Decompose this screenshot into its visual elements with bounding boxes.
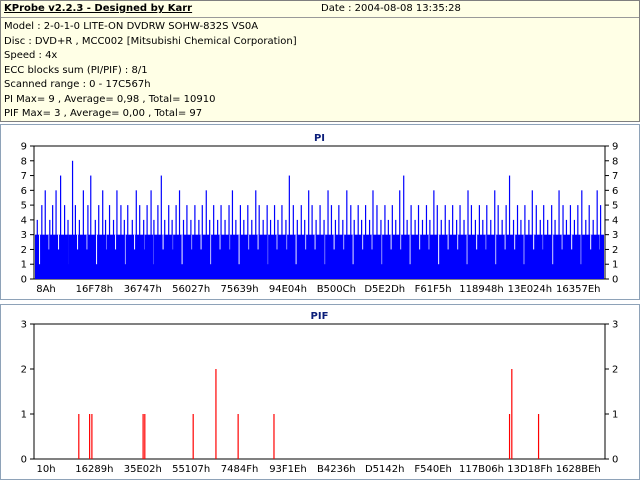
y-tick-label: 4 <box>21 215 27 226</box>
x-tick-label: 7484Fh <box>221 464 259 475</box>
x-tick-label: 55107h <box>172 464 210 475</box>
info-pi-stats: PI Max= 9 , Average= 0,98 , Total= 10910 <box>4 93 216 105</box>
y-tick-label: 3 <box>21 230 27 241</box>
x-tick-label: F61F5h <box>415 284 452 295</box>
y-tick-label-right: 7 <box>612 171 618 182</box>
info-lines: Model : 2-0-1-0 LITE-ON DVDRW SOHW-832S … <box>4 20 297 122</box>
x-tick-label: 1628BEh <box>556 464 601 475</box>
y-tick-label-right: 2 <box>612 245 618 256</box>
y-tick-label: 8 <box>21 156 27 167</box>
x-tick-label: 36747h <box>124 284 162 295</box>
y-tick-label: 7 <box>21 171 27 182</box>
y-tick-label-right: 6 <box>612 186 618 197</box>
y-tick-label-right: 8 <box>612 156 618 167</box>
y-tick-label-right: 3 <box>612 320 618 331</box>
x-tick-label: 16289h <box>75 464 113 475</box>
x-tick-label: 8Ah <box>36 284 56 295</box>
info-speed: Speed : 4x <box>4 50 58 61</box>
y-tick-label-right: 1 <box>612 410 618 421</box>
y-tick-label: 2 <box>21 365 27 376</box>
x-tick-label: B4236h <box>317 464 356 475</box>
y-tick-label-right: 1 <box>612 260 618 271</box>
pif-chart-panel: PIF 0 0 1 1 2 2 3 3 10h 16289h 35E02h 55107h 7484Fh 93… <box>0 304 640 480</box>
x-tick-label: 56027h <box>172 284 210 295</box>
y-tick-label: 5 <box>21 201 27 212</box>
app-title: KProbe v2.2.3 - Designed by Karr <box>4 3 193 14</box>
y-tick-label: 9 <box>21 142 27 153</box>
plot-area <box>33 323 606 460</box>
y-tick-label-right: 0 <box>612 455 618 466</box>
x-tick-label: 13E024h <box>508 284 552 295</box>
x-tick-label: 94E04h <box>269 284 307 295</box>
y-tick-label: 0 <box>21 455 27 466</box>
pi-chart-panel: PI 0 0 1 1 2 2 3 3 4 4 5 5 6 6 7 7 8 8 9 9 8Ah 16F78h 36747h 560… <box>0 124 640 300</box>
y-tick-label-right: 5 <box>612 201 618 212</box>
info-range: Scanned range : 0 - 17C567h <box>4 79 151 90</box>
x-tick-label: 93F1Eh <box>269 464 307 475</box>
chart-title: PIF <box>311 311 329 322</box>
scan-date: Date : 2004-08-08 13:35:28 <box>321 3 461 14</box>
info-header: KProbe v2.2.3 - Designed by Karr Date : … <box>1 1 639 18</box>
y-tick-label: 6 <box>21 186 27 197</box>
y-tick-label-right: 9 <box>612 142 618 153</box>
info-panel: KProbe v2.2.3 - Designed by Karr Date : … <box>0 0 640 122</box>
x-tick-label: 10h <box>36 464 55 475</box>
y-tick-label-right: 0 <box>612 275 618 286</box>
y-tick-label-right: 3 <box>612 230 618 241</box>
info-ecc: ECC blocks sum (PI/PIF) : 8/1 <box>4 64 148 76</box>
x-tick-label: B500Ch <box>317 284 356 295</box>
x-tick-label: 13D18Fh <box>507 464 552 475</box>
chart-title: PI <box>314 133 325 144</box>
x-tick-label: 16357Eh <box>556 284 600 295</box>
y-tick-label: 2 <box>21 245 27 256</box>
x-tick-label: D5142h <box>365 464 405 475</box>
x-tick-label: 35E02h <box>124 464 162 475</box>
x-tick-label: 118948h <box>459 284 504 295</box>
info-model: Model : 2-0-1-0 LITE-ON DVDRW SOHW-832S … <box>4 21 259 32</box>
info-disc: Disc : DVD+R , MCC002 [Mitsubishi Chemic… <box>4 35 297 47</box>
x-tick-label: F540Eh <box>414 464 452 475</box>
x-tick-label: 75639h <box>220 284 258 295</box>
y-tick-label-right: 2 <box>612 365 618 376</box>
x-tick-label: 117B06h <box>459 464 504 475</box>
y-tick-label-right: 4 <box>612 215 618 226</box>
x-tick-label: D5E2Dh <box>364 284 405 295</box>
y-tick-label: 1 <box>21 410 27 421</box>
y-tick-label: 1 <box>21 260 27 271</box>
y-tick-label: 3 <box>21 320 27 331</box>
info-pif-stats: PIF Max= 3 , Average= 0,00 , Total= 97 <box>4 108 203 119</box>
x-tick-label: 16F78h <box>76 284 114 295</box>
pif-chart: PIF 0 0 1 1 2 2 3 3 10h 16289h 35E02h 55107h 7484Fh 93… <box>21 311 619 475</box>
y-tick-label: 0 <box>21 275 27 286</box>
pi-chart: PI 0 0 1 1 2 2 3 3 4 4 5 5 6 6 7 7 8 8 9 9 8Ah 16F78h 36747h 560… <box>21 133 619 295</box>
